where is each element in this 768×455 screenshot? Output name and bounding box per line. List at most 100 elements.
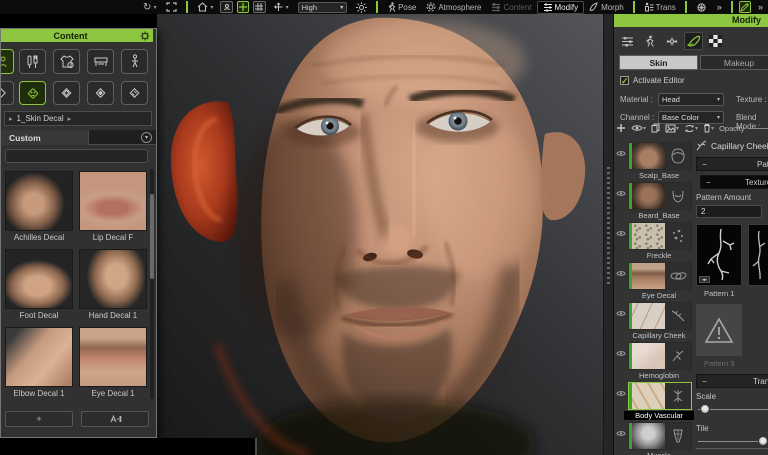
hemoglobin-mask-icon[interactable]	[665, 343, 691, 369]
subcategory-prev-button[interactable]	[0, 81, 14, 105]
focus-view-button[interactable]	[237, 1, 249, 13]
opacity-slider[interactable]	[750, 128, 768, 129]
content-scrollbar[interactable]	[150, 169, 154, 399]
modify-button[interactable]: Modify	[537, 1, 585, 14]
layer-row-body-vascular[interactable]: Body Vascular	[616, 382, 694, 422]
content-panel-titlebar[interactable]: Content	[1, 29, 153, 42]
morph-button[interactable]: Morph	[584, 1, 629, 14]
layer-row-hemoglobin[interactable]: Hemoglobin	[616, 342, 694, 382]
eye-icon[interactable]	[616, 190, 626, 197]
subcategory-decal-2-button[interactable]	[53, 81, 80, 105]
eye-decal-mask-icon[interactable]	[665, 263, 691, 289]
home-view-button[interactable]: ▾	[192, 1, 218, 14]
breadcrumb-forward-icon[interactable]: ▸	[68, 115, 72, 123]
texture-section-header[interactable]: − Texture	[700, 175, 768, 189]
tab-makeup[interactable]: Makeup	[700, 55, 768, 70]
modify-panel-titlebar[interactable]: Modify	[614, 14, 768, 27]
vascular-mask-icon[interactable]	[665, 383, 691, 409]
grid-view-button[interactable]	[253, 1, 265, 13]
collapse-section-icon[interactable]: ▾	[141, 132, 152, 143]
eye-icon[interactable]	[616, 230, 626, 237]
breadcrumb-back-icon[interactable]: ▸	[9, 115, 13, 123]
add-content-button[interactable]: +	[5, 411, 73, 427]
apply-content-button[interactable]	[81, 411, 149, 427]
content-item[interactable]: Achilles Decal	[5, 171, 73, 242]
category-clothes-button[interactable]	[53, 49, 80, 74]
category-scene-button[interactable]	[121, 49, 148, 74]
viewport-3d[interactable]	[157, 14, 603, 455]
content-item[interactable]: Lip Decal F	[79, 171, 147, 242]
tab-skin-editor[interactable]	[684, 32, 703, 50]
pose-button[interactable]: Pose	[382, 1, 421, 14]
eye-icon[interactable]	[616, 150, 626, 157]
breadcrumb[interactable]: ▸ 1_Skin Decal ▸	[4, 111, 152, 126]
fullscreen-button[interactable]	[161, 1, 182, 14]
tab-attributes[interactable]	[618, 32, 637, 50]
material-dropdown[interactable]: Head ▾	[658, 93, 724, 106]
freckle-mask-icon[interactable]	[665, 223, 691, 249]
category-grooming-button[interactable]	[19, 49, 46, 74]
tab-pose[interactable]	[640, 32, 659, 50]
tab-custom[interactable]: Custom	[1, 130, 89, 145]
scale-slider-handle[interactable]	[700, 404, 710, 414]
camera-portrait-view-button[interactable]	[220, 1, 232, 13]
muscle-mask-icon[interactable]	[665, 423, 691, 449]
pattern-1-thumbnail[interactable]: ◂▸	[696, 224, 742, 286]
subcategory-decal-4-button[interactable]	[121, 81, 148, 105]
layer-row-scalp-base[interactable]: Scalp_Base	[616, 142, 694, 182]
tab-texture[interactable]	[706, 32, 725, 50]
subcategory-skin-decal-button[interactable]	[19, 81, 46, 105]
content-button[interactable]: Content	[486, 1, 536, 14]
edit-mode-button[interactable]	[739, 1, 751, 13]
search-input[interactable]	[5, 149, 148, 163]
pattern-amount-input[interactable]: 2	[696, 205, 762, 218]
layer-row-muscle[interactable]: Muscle	[616, 422, 694, 455]
category-props-button[interactable]	[87, 49, 114, 74]
tab-transform[interactable]	[662, 32, 681, 50]
scale-slider[interactable]	[696, 404, 768, 416]
layer-row-capillary-cheek[interactable]: Capillary Cheek	[616, 302, 694, 342]
subcategory-decal-3-button[interactable]	[87, 81, 114, 105]
flip-layer-button[interactable]: ▾	[684, 124, 698, 133]
import-image-button[interactable]: ▾	[665, 124, 679, 133]
layer-row-beard-base[interactable]: Beard_Base	[616, 182, 694, 222]
scalp-mask-icon[interactable]	[665, 143, 691, 169]
tab-skin[interactable]: Skin	[619, 55, 698, 70]
eye-icon[interactable]	[616, 390, 626, 397]
delete-layer-button[interactable]: ▾	[703, 123, 714, 133]
content-scrollbar-thumb[interactable]	[150, 194, 154, 279]
add-layer-button[interactable]	[616, 123, 626, 133]
atmosphere-button[interactable]: Atmosphere	[421, 1, 486, 14]
content-item[interactable]: Eye Decal 1	[79, 327, 147, 398]
eye-icon[interactable]	[616, 310, 626, 317]
plugins-more-button[interactable]: »	[712, 1, 727, 14]
panel-splitter[interactable]	[603, 14, 613, 455]
tile-slider-handle[interactable]	[758, 436, 768, 446]
eye-icon[interactable]	[616, 350, 626, 357]
content-item[interactable]: Hand Decal 1	[79, 249, 147, 320]
eye-icon[interactable]	[616, 270, 626, 277]
content-item[interactable]: Elbow Decal 1	[5, 327, 73, 398]
activate-editor-checkbox[interactable]: ✓	[620, 76, 629, 85]
transform-section-header[interactable]: − Transform	[696, 374, 768, 388]
content-item[interactable]: Foot Decal	[5, 249, 73, 320]
eye-icon[interactable]	[616, 430, 626, 437]
category-actor-button[interactable]	[0, 49, 14, 74]
pattern-section-header[interactable]: − Pattern	[696, 157, 768, 171]
pattern-2-thumbnail[interactable]	[748, 224, 768, 286]
layer-row-freckle[interactable]: Freckle	[616, 222, 694, 262]
edit-more-button[interactable]: »	[753, 1, 768, 14]
layer-row-eye-decal[interactable]: Eye Decal	[616, 262, 694, 302]
pattern-3-thumbnail[interactable]	[696, 304, 742, 356]
plugins-button[interactable]	[691, 1, 712, 14]
gizmo-button[interactable]: ▾	[268, 1, 294, 14]
gear-icon[interactable]	[140, 31, 150, 41]
duplicate-layer-button[interactable]	[651, 123, 660, 133]
quality-dropdown[interactable]: High ▾	[298, 2, 348, 13]
layer-visibility-button[interactable]: ▾	[631, 124, 646, 132]
lighting-button[interactable]	[351, 1, 372, 14]
capillary-mask-icon[interactable]	[665, 303, 691, 329]
beard-mask-icon[interactable]	[665, 183, 691, 209]
tile-slider[interactable]	[696, 436, 768, 448]
reset-camera-button[interactable]: ↻ ▾	[138, 1, 161, 14]
